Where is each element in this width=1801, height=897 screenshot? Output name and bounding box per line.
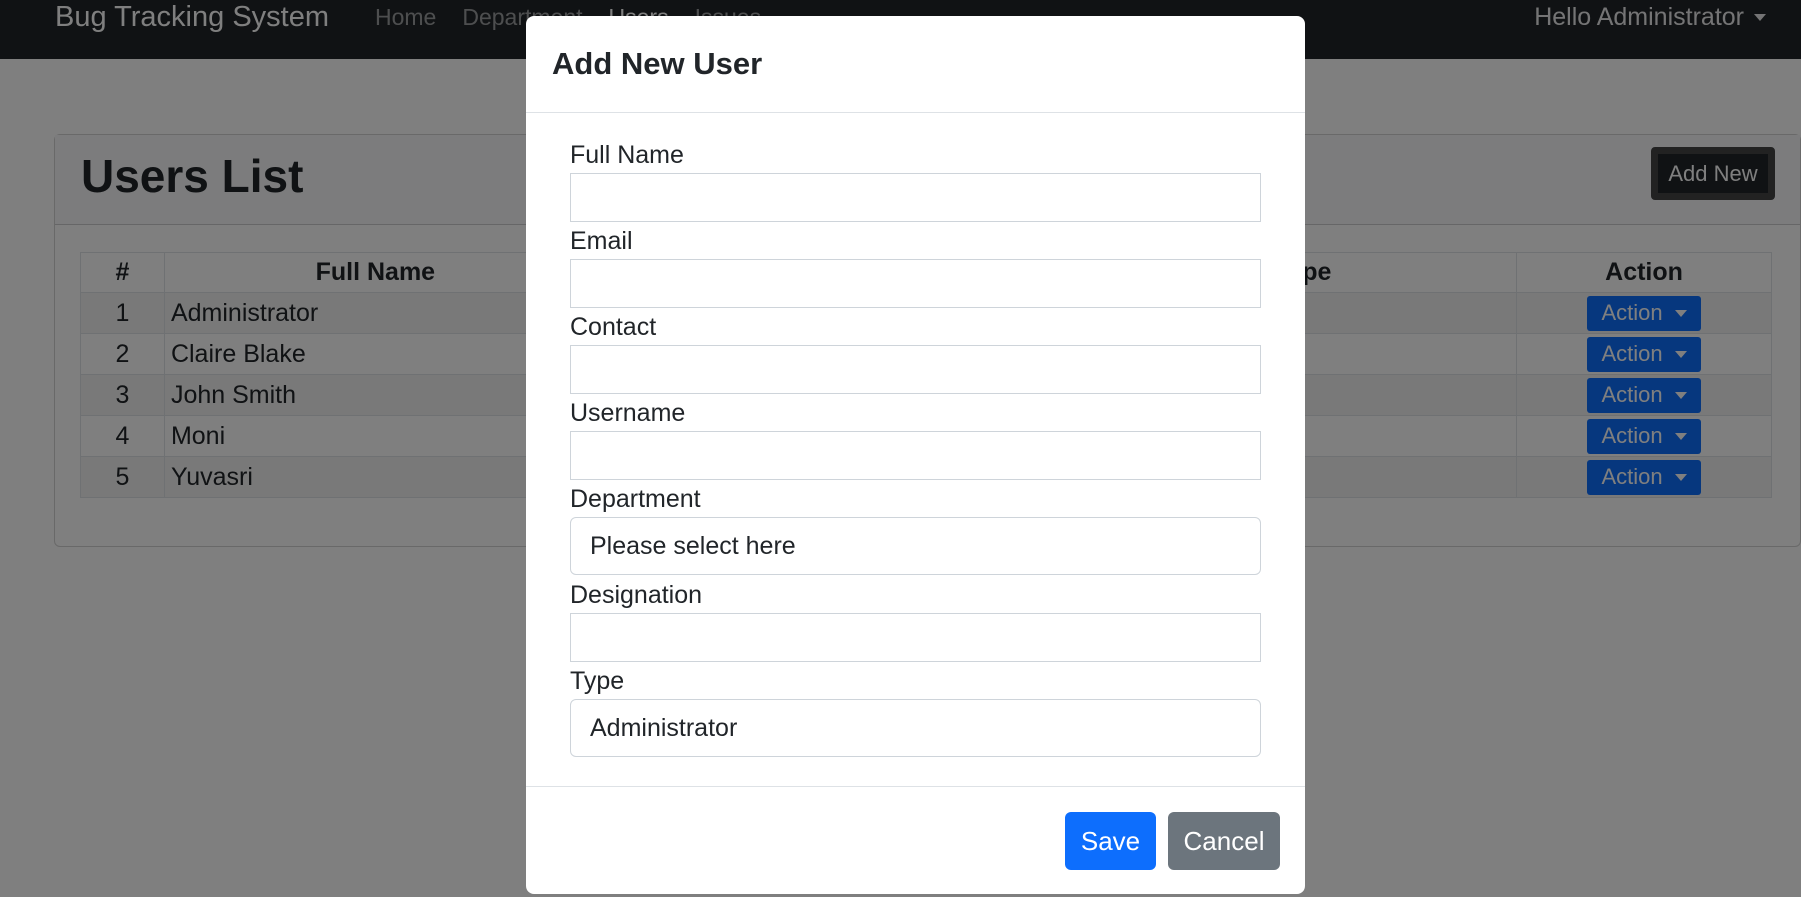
type-select[interactable]: Administrator	[570, 699, 1261, 757]
department-select-value: Please select here	[590, 531, 796, 560]
full-name-field[interactable]	[570, 173, 1261, 222]
department-label: Department	[570, 485, 701, 513]
designation-label: Designation	[570, 581, 703, 609]
contact-field[interactable]	[570, 345, 1261, 394]
username-field[interactable]	[570, 431, 1261, 480]
full-name-label: Full Name	[570, 141, 684, 169]
modal-header: Add New User	[526, 16, 1305, 113]
email-field[interactable]	[570, 259, 1261, 308]
contact-label: Contact	[570, 313, 657, 341]
department-select[interactable]: Please select here	[570, 517, 1261, 575]
modal-title: Add New User	[552, 46, 763, 81]
type-label: Type	[570, 667, 625, 695]
email-label: Email	[570, 227, 633, 255]
modal-body: Full Name Email Contact Username Departm…	[526, 113, 1305, 786]
modal-footer: Save Cancel	[526, 786, 1305, 894]
type-select-value: Administrator	[590, 713, 738, 742]
username-label: Username	[570, 399, 686, 427]
save-button[interactable]: Save	[1065, 812, 1156, 870]
add-user-modal: Add New User Full Name Email Contact Use…	[526, 16, 1305, 894]
designation-field[interactable]	[570, 613, 1261, 662]
cancel-button[interactable]: Cancel	[1168, 812, 1280, 870]
